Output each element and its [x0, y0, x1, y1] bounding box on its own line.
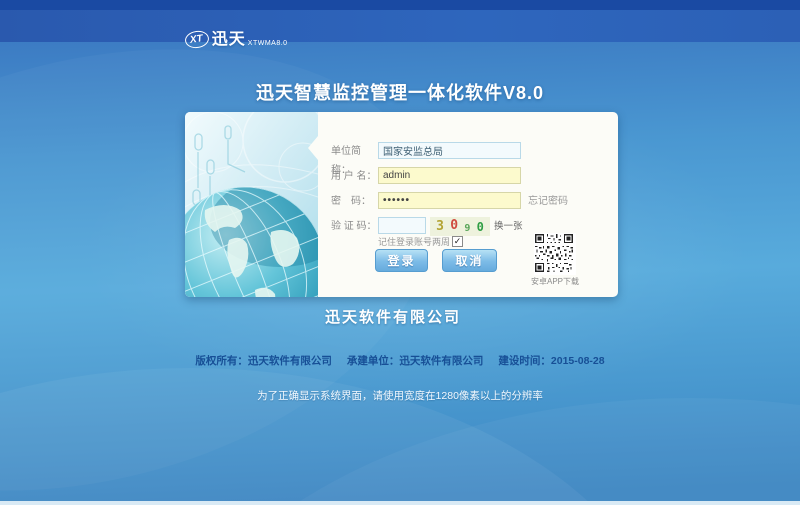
username-input[interactable]	[378, 167, 521, 184]
logo-brand-name: 迅天	[212, 32, 246, 48]
globe-illustration	[185, 112, 318, 297]
build-time-text: 建设时间：2015-08-28	[498, 353, 604, 368]
login-button[interactable]: 登录	[375, 249, 428, 272]
qr-code	[534, 233, 576, 275]
captcha-refresh-link[interactable]: 换一张	[494, 217, 523, 236]
logo-xt-icon: XT	[184, 29, 210, 49]
logo-version: XTWMA8.0	[248, 40, 288, 47]
captcha-digit: 9	[464, 223, 470, 234]
resolution-note: 为了正确显示系统界面，请使用宽度在1280像素以上的分辨率	[0, 388, 800, 403]
password-input[interactable]	[378, 192, 521, 209]
captcha-label: 验 证 码：	[331, 217, 377, 236]
builder-text: 承建单位：迅天软件有限公司	[347, 353, 484, 368]
captcha-digit: 0	[450, 218, 458, 233]
login-panel: 单位简称： 用 户 名： 密 码： 忘记密码 验 证 码： 3 0 9 0 换一…	[185, 112, 618, 297]
password-label: 密 码：	[331, 192, 377, 211]
remember-label: 记住登录账号两周	[378, 235, 450, 248]
panel-arrow-icon	[308, 136, 318, 160]
cancel-button[interactable]: 取消	[442, 249, 497, 272]
copyright-text: 版权所有：迅天软件有限公司	[195, 353, 332, 368]
captcha-digit: 3	[436, 219, 444, 234]
login-screen: XT 迅天 XTWMA8.0 迅天智慧监控管理一体化软件V8.0	[0, 0, 800, 505]
forgot-password-link[interactable]: 忘记密码	[528, 192, 568, 211]
captcha-input[interactable]	[378, 217, 426, 234]
footer: 版权所有：迅天软件有限公司 承建单位：迅天软件有限公司 建设时间：2015-08…	[0, 353, 800, 368]
captcha-digit: 0	[477, 220, 484, 234]
company-name: 迅天软件有限公司	[0, 306, 786, 327]
username-label: 用 户 名：	[331, 167, 377, 186]
captcha-image: 3 0 9 0	[430, 217, 490, 236]
top-dark-band	[0, 0, 800, 10]
top-blue-band	[0, 10, 800, 42]
remember-row: 记住登录账号两周 ✓	[378, 235, 463, 248]
bottom-light-strip	[0, 501, 800, 505]
page-title: 迅天智慧监控管理一体化软件V8.0	[0, 79, 800, 105]
org-input[interactable]	[378, 142, 521, 159]
qr-caption: 安卓APP下载	[529, 276, 581, 287]
app-logo: XT 迅天 XTWMA8.0	[185, 26, 288, 48]
remember-checkbox[interactable]: ✓	[452, 236, 463, 247]
